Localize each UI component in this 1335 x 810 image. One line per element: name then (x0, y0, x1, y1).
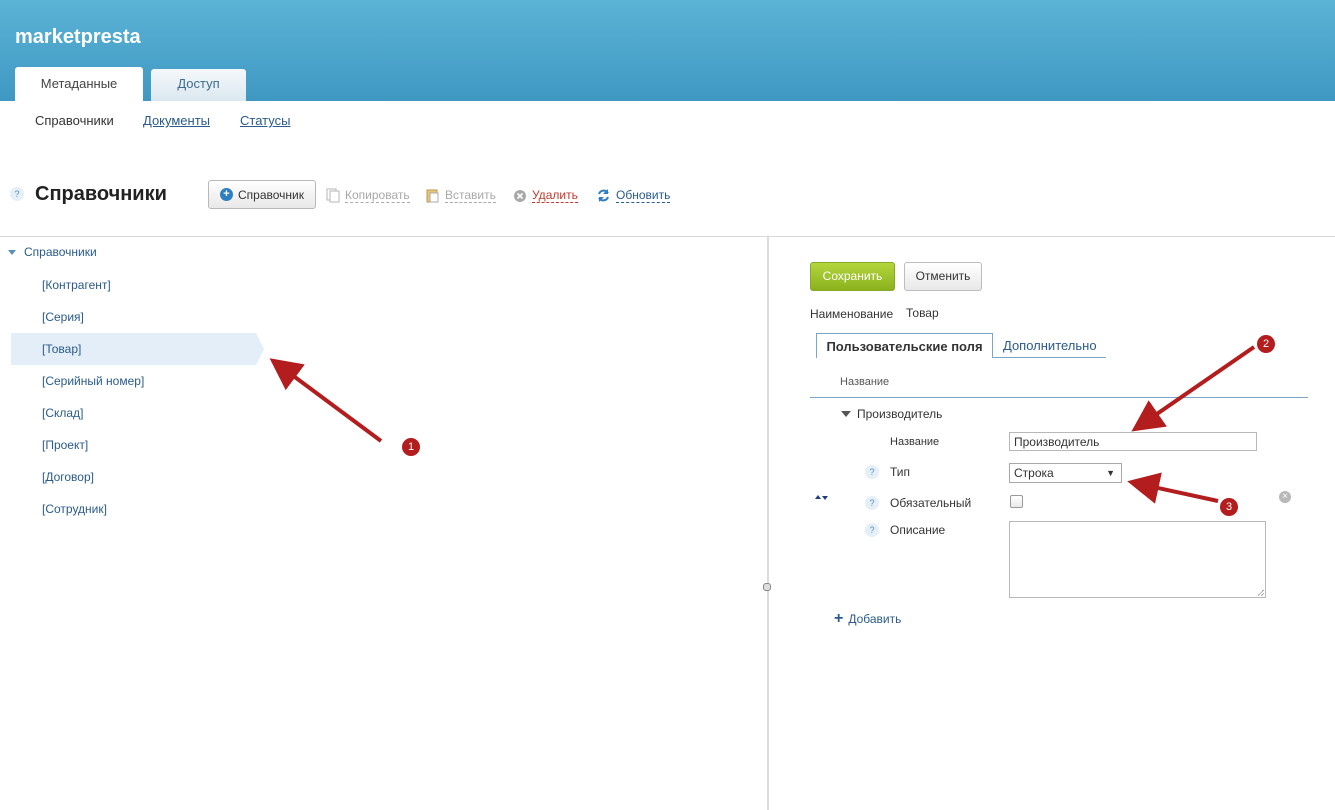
annotation-badge-2: 2 (1257, 335, 1275, 353)
annotation-arrows (269, 345, 1256, 504)
annotation-badge-3: 3 (1220, 498, 1238, 516)
annotation-arrow-3 (1127, 472, 1219, 504)
annotation-badge-1: 1 (402, 438, 420, 456)
annotation-arrow-1 (269, 358, 383, 443)
annotation-arrow-2 (1131, 345, 1256, 432)
